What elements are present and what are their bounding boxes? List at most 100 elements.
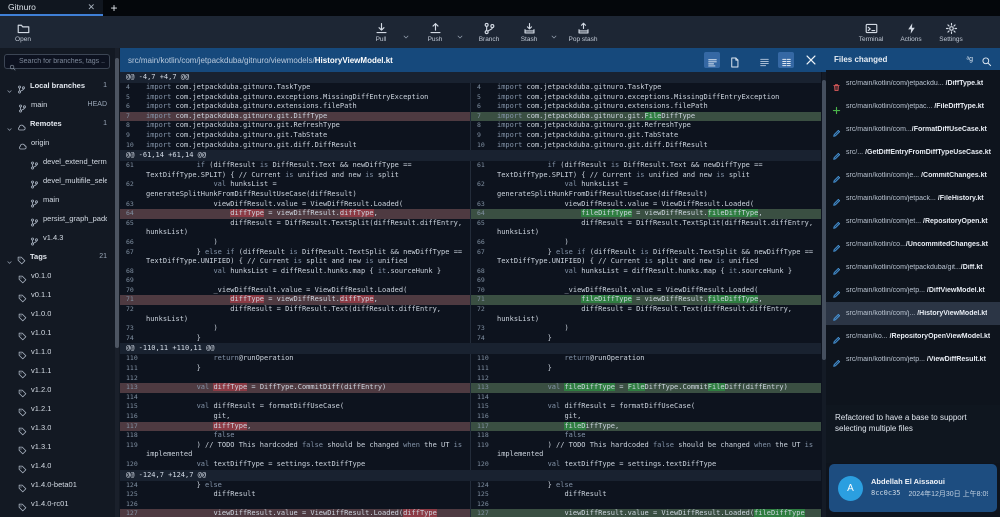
sidebar-item-v1.2.0[interactable]: v1.2.0 xyxy=(0,380,112,399)
line-number: 5 xyxy=(471,93,497,103)
tree-label: v1.1.0 xyxy=(31,347,51,356)
sidebar-item-v1.1.0[interactable]: v1.1.0 xyxy=(0,342,112,361)
branch-button[interactable]: Branch xyxy=(474,17,504,47)
split-view-toggle[interactable] xyxy=(778,52,794,68)
file-changed-item[interactable]: src/main/kotlin/com/jetp... /DiffViewMod… xyxy=(826,279,1000,302)
tag-icon xyxy=(18,480,27,489)
hunk-header: @@ -61,14 +61,14 @@ xyxy=(120,150,821,161)
branch-icon xyxy=(30,214,39,223)
sidebar-item-v1.4.3[interactable]: v1.4.3 xyxy=(0,228,112,247)
sidebar-item-v1.0.0[interactable]: v1.0.0 xyxy=(0,304,112,323)
line-number: 119 xyxy=(471,441,497,460)
code-text: } xyxy=(497,364,821,374)
file-changed-item[interactable]: src/main/kotlin/com/jet... /RepositoryOp… xyxy=(826,210,1000,233)
line-number: 5 xyxy=(120,93,146,103)
diff-line: 65 diffResult = DiffResult.TextSplit(dif… xyxy=(120,219,470,238)
file-changed-item[interactable]: src/main/kotlin/com/jetpack... /FileHist… xyxy=(826,187,1000,210)
file-changed-item[interactable]: src/main/kotlin/com/jetpackduba/git.../D… xyxy=(826,256,1000,279)
sidebar-scrollbar[interactable] xyxy=(115,48,119,517)
pop-stash-button[interactable]: Pop stash xyxy=(568,17,598,47)
file-changed-item[interactable]: src/main/kotlin/com.../FormatDiffUseCase… xyxy=(826,118,1000,141)
file-path: src/main/kotlin/co.../UncommitedChanges.… xyxy=(846,241,988,248)
sidebar-item-devel-multifile-selectio[interactable]: devel_multifile_selectio xyxy=(0,171,112,190)
sidebar-item-v0.1.1[interactable]: v0.1.1 xyxy=(0,285,112,304)
file-changed-item[interactable]: src/... /GetDiffEntryFromDiffTypeUseCase… xyxy=(826,141,1000,164)
close-diff-icon[interactable] xyxy=(804,53,818,67)
commit-author-card[interactable]: A Abdellah El Aissaoui 8cc0c35 2024年12月3… xyxy=(829,464,997,512)
split-diff-icon xyxy=(781,55,792,66)
file-changed-item[interactable]: src/main/kotlin/com/jetpackdu... /DiffTy… xyxy=(826,72,1000,95)
file-changed-item[interactable]: src/main/kotlin/co.../UncommitedChanges.… xyxy=(826,233,1000,256)
chevron-down-icon[interactable] xyxy=(402,28,410,36)
sidebar-item-v1.4.0-beta01[interactable]: v1.4.0-beta01 xyxy=(0,475,112,494)
code-text: import com.jetpackduba.gitnuro.git.Refre… xyxy=(497,121,821,131)
terminal-button[interactable]: Terminal xyxy=(856,17,886,47)
sidebar-item-main[interactable]: main xyxy=(0,190,112,209)
unified-diff-icon xyxy=(759,55,770,66)
line-number: 65 xyxy=(471,219,497,238)
branch-search-box[interactable] xyxy=(4,54,110,69)
repository-tab[interactable]: Gitnuro ✕ xyxy=(0,0,103,16)
full-file-toggle[interactable] xyxy=(726,52,742,68)
code-text: } else if (diffResult is DiffResult.Text… xyxy=(146,248,470,267)
line-number: 67 xyxy=(120,248,146,267)
sidebar-item-v1.3.1[interactable]: v1.3.1 xyxy=(0,437,112,456)
sidebar-section-tags[interactable]: Tags21 xyxy=(0,247,112,266)
line-number: 124 xyxy=(120,481,146,491)
sidebar-item-persist-graph-padding[interactable]: persist_graph_padding xyxy=(0,209,112,228)
sidebar-item-v1.3.0[interactable]: v1.3.0 xyxy=(0,418,112,437)
unified-text-toggle[interactable] xyxy=(704,52,720,68)
chevron-down-icon[interactable] xyxy=(550,28,558,36)
unified-view-toggle[interactable] xyxy=(756,52,772,68)
code-text: false xyxy=(497,431,821,441)
sidebar-item-origin[interactable]: origin xyxy=(0,133,112,152)
abbreviate-paths-icon[interactable]: ᵃg xyxy=(967,56,974,63)
sidebar-item-v0.1.0[interactable]: v0.1.0 xyxy=(0,266,112,285)
sidebar-item-main[interactable]: mainHEAD xyxy=(0,95,112,114)
sidebar-item-v1.1.1[interactable]: v1.1.1 xyxy=(0,361,112,380)
chevron-down-icon xyxy=(6,253,13,260)
stash-button[interactable]: Stash xyxy=(514,17,544,47)
files-search-icon[interactable] xyxy=(981,54,992,65)
modified-status-icon xyxy=(832,217,841,226)
chevron-down-icon[interactable] xyxy=(456,28,464,36)
diff-line: 117 diffType, xyxy=(120,422,470,432)
line-number: 64 xyxy=(471,209,497,219)
code-text: false xyxy=(146,431,470,441)
settings-button[interactable]: Settings xyxy=(936,17,966,47)
line-number: 9 xyxy=(120,131,146,141)
file-path: src/main/kotlin/com/jetpack... /FileHist… xyxy=(846,195,984,202)
sidebar-item-v1.0.1[interactable]: v1.0.1 xyxy=(0,323,112,342)
file-changed-item[interactable]: src/main/kotlin/com/jetp... /ViewDiffRes… xyxy=(826,348,1000,371)
file-changed-item[interactable]: src/main/ko... /RepositoryOpenViewModel.… xyxy=(826,325,1000,348)
file-changed-item[interactable]: src/main/kotlin/com/j... /HistoryViewMod… xyxy=(826,302,1000,325)
tree-label: v1.3.0 xyxy=(31,423,51,432)
pull-icon xyxy=(375,22,388,35)
sidebar-scrollbar-thumb[interactable] xyxy=(115,58,119,348)
line-number: 127 xyxy=(120,509,146,517)
file-path: src/main/kotlin/com/j... /HistoryViewMod… xyxy=(846,310,987,317)
actions-button[interactable]: Actions xyxy=(896,17,926,47)
line-number: 118 xyxy=(120,431,146,441)
tab-close-icon[interactable]: ✕ xyxy=(87,3,95,12)
text-diff-icon xyxy=(707,55,718,66)
file-changed-item[interactable]: src/main/kotlin/com/jetpac... /FileDiffT… xyxy=(826,95,1000,118)
line-number: 4 xyxy=(471,83,497,93)
sidebar-section-remotes[interactable]: Remotes1 xyxy=(0,114,112,133)
sidebar-item-v1.2.1[interactable]: v1.2.1 xyxy=(0,399,112,418)
code-text: diffType = viewDiffResult.diffType, xyxy=(146,295,470,305)
file-changed-item[interactable]: src/main/kotlin/com/je... /CommitChanges… xyxy=(826,164,1000,187)
sidebar-item-v1.4.0-rc01[interactable]: v1.4.0-rc01 xyxy=(0,494,112,513)
sidebar-item-v1.4.1[interactable]: v1.4.1 xyxy=(0,513,112,517)
sidebar-item-devel-extend-terminal-[interactable]: devel_extend_terminal_ xyxy=(0,152,112,171)
pull-button[interactable]: Pull xyxy=(366,17,396,47)
diff-pane-new: 110 return@runOperation111 }112 113 val … xyxy=(471,354,821,469)
new-tab-button[interactable]: + xyxy=(103,0,125,16)
sidebar-section-local-branches[interactable]: Local branches1 xyxy=(0,76,112,95)
hunk-body: 4import com.jetpackduba.gitnuro.TaskType… xyxy=(120,83,821,150)
push-button[interactable]: Push xyxy=(420,17,450,47)
open-button[interactable]: Open xyxy=(8,17,38,47)
tree-label: Remotes xyxy=(30,119,62,128)
sidebar-item-v1.4.0[interactable]: v1.4.0 xyxy=(0,456,112,475)
search-input[interactable] xyxy=(19,58,105,65)
